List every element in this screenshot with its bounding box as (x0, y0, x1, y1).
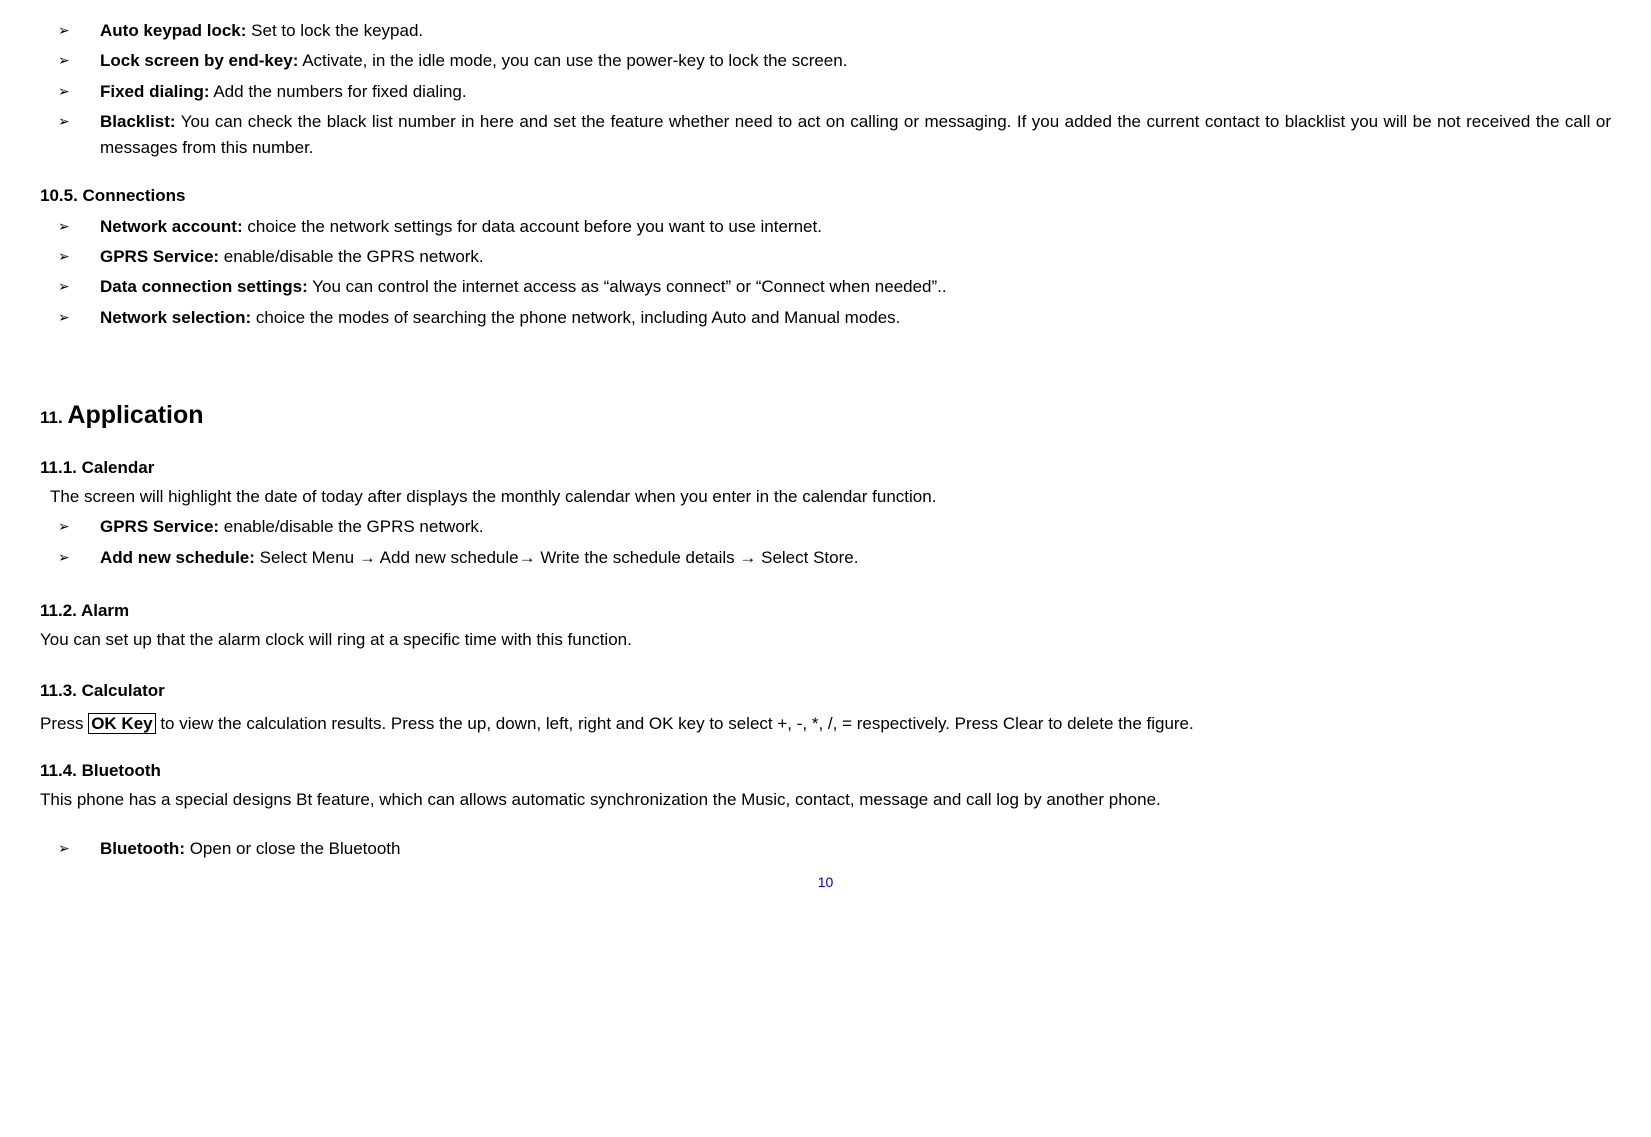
list-item: ➢ Network selection: choice the modes of… (40, 305, 1611, 331)
list-item: ➢ Auto keypad lock: Set to lock the keyp… (40, 18, 1611, 44)
text-part: to view the calculation results. Press t… (156, 714, 1194, 733)
term: Blacklist: (100, 112, 176, 131)
list-item: ➢ GPRS Service: enable/disable the GPRS … (40, 244, 1611, 270)
calendar-intro: The screen will highlight the date of to… (40, 484, 1611, 510)
list-item: ➢ Blacklist: You can check the black lis… (40, 109, 1611, 162)
alarm-body: You can set up that the alarm clock will… (40, 627, 1611, 653)
term: Bluetooth: (100, 839, 185, 858)
section-heading-application: 11. Application (40, 401, 1611, 430)
desc: Add the numbers for fixed dialing. (210, 82, 467, 101)
desc: choice the modes of searching the phone … (251, 308, 900, 327)
bluetooth-body: This phone has a special designs Bt feat… (40, 787, 1611, 813)
section-heading-alarm: 11.2. Alarm (40, 601, 1611, 621)
term: Lock screen by end-key: (100, 51, 298, 70)
section-heading-connections: 10.5. Connections (40, 186, 1611, 206)
desc: Open or close the Bluetooth (185, 839, 400, 858)
bullet-icon: ➢ (58, 20, 70, 42)
list-item: ➢ Network account: choice the network se… (40, 214, 1611, 240)
desc-part: Select Menu (255, 548, 359, 567)
term: Fixed dialing: (100, 82, 210, 101)
desc-part: Write the schedule details (536, 548, 740, 567)
desc: Set to lock the keypad. (246, 21, 423, 40)
arrow-icon: → (519, 548, 536, 567)
term: GPRS Service: (100, 247, 219, 266)
list-item: ➢ Lock screen by end-key: Activate, in t… (40, 48, 1611, 74)
term: Network selection: (100, 308, 251, 327)
desc-part: Add new schedule (376, 548, 519, 567)
term: GPRS Service: (100, 517, 219, 536)
list-item: ➢ Add new schedule: Select Menu → Add ne… (40, 545, 1611, 571)
bluetooth-bullet-list: ➢ Bluetooth: Open or close the Bluetooth (40, 836, 1611, 862)
section-number: 11. (40, 408, 67, 427)
desc: enable/disable the GPRS network. (219, 517, 484, 536)
term: Add new schedule: (100, 548, 255, 567)
bullet-icon: ➢ (58, 838, 70, 860)
bullet-icon: ➢ (58, 111, 70, 133)
section-title: Application (67, 401, 203, 429)
arrow-icon: → (359, 548, 376, 567)
section-heading-calculator: 11.3. Calculator (40, 681, 1611, 701)
bullet-icon: ➢ (58, 307, 70, 329)
ok-key-box: OK Key (88, 713, 155, 734)
list-item: ➢ Fixed dialing: Add the numbers for fix… (40, 79, 1611, 105)
desc: choice the network settings for data acc… (243, 217, 822, 236)
top-bullet-list: ➢ Auto keypad lock: Set to lock the keyp… (40, 18, 1611, 162)
desc: You can check the black list number in h… (100, 112, 1611, 157)
bullet-icon: ➢ (58, 81, 70, 103)
calculator-body: Press OK Key to view the calculation res… (40, 707, 1611, 741)
bullet-icon: ➢ (58, 216, 70, 238)
term: Data connection settings: (100, 277, 308, 296)
bullet-icon: ➢ (58, 50, 70, 72)
section-heading-bluetooth: 11.4. Bluetooth (40, 761, 1611, 781)
text-part: Press (40, 714, 88, 733)
desc-part: Select Store. (756, 548, 858, 567)
list-item: ➢ Data connection settings: You can cont… (40, 274, 1611, 300)
bullet-icon: ➢ (58, 516, 70, 538)
desc: You can control the internet access as “… (308, 277, 947, 296)
term: Network account: (100, 217, 243, 236)
term: Auto keypad lock: (100, 21, 246, 40)
desc: Activate, in the idle mode, you can use … (298, 51, 847, 70)
document-page: ➢ Auto keypad lock: Set to lock the keyp… (0, 0, 1651, 900)
bullet-icon: ➢ (58, 547, 70, 569)
arrow-icon: → (739, 548, 756, 567)
section-heading-calendar: 11.1. Calendar (40, 458, 1611, 478)
bullet-icon: ➢ (58, 276, 70, 298)
list-item: ➢ Bluetooth: Open or close the Bluetooth (40, 836, 1611, 862)
page-number: 10 (40, 874, 1611, 890)
bullet-icon: ➢ (58, 246, 70, 268)
list-item: ➢ GPRS Service: enable/disable the GPRS … (40, 514, 1611, 540)
calendar-bullet-list: ➢ GPRS Service: enable/disable the GPRS … (40, 514, 1611, 571)
connections-bullet-list: ➢ Network account: choice the network se… (40, 214, 1611, 331)
desc: enable/disable the GPRS network. (219, 247, 484, 266)
